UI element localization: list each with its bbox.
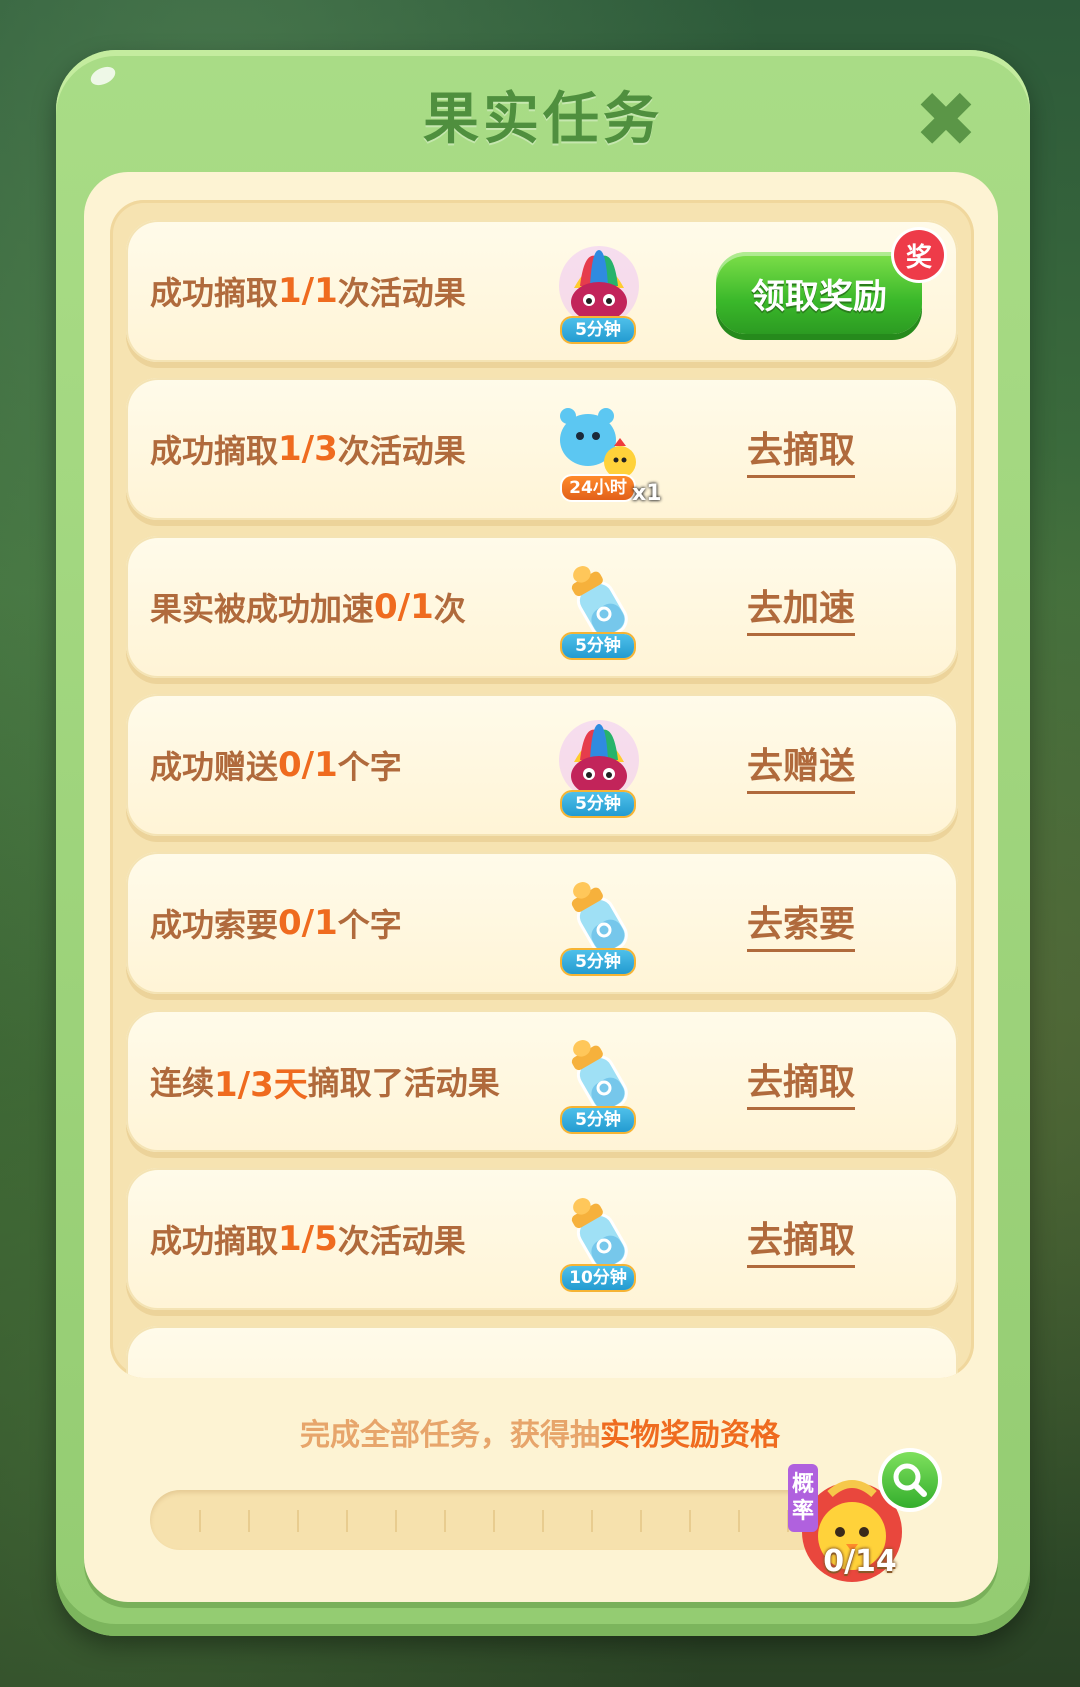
reward-duration-badge: 5分钟: [562, 318, 634, 342]
task-description: 成功摘取 1/1 次活动果: [150, 220, 466, 362]
task-description: 成功摘取 1/5 次活动果: [150, 1168, 466, 1310]
reward-duration-badge: 5分钟: [562, 634, 634, 658]
feather-bird-icon: 5分钟: [554, 246, 644, 342]
progress-tick: [640, 1510, 642, 1532]
progress-tick: [738, 1510, 740, 1532]
footer-caption: 完成全部任务，获得抽实物奖励资格: [0, 1410, 1080, 1454]
task-suffix: 次活动果: [337, 1222, 466, 1260]
task-row: 成功摘取 1/5 次活动果 10分钟 去摘取: [126, 1168, 958, 1310]
task-action-link[interactable]: 去加速: [716, 536, 886, 678]
task-description: 成功赠送 0/1 个字: [150, 694, 402, 836]
task-action-link[interactable]: 去摘取: [716, 378, 886, 520]
task-description: 连续 1/3天 摘取了活动果: [150, 1010, 500, 1152]
reward-badge: 奖: [894, 230, 944, 280]
probability-tag[interactable]: 概率: [788, 1464, 818, 1532]
pet-duo-icon: 24小时 x1: [554, 404, 662, 506]
task-progress: 0/1: [374, 587, 434, 627]
task-suffix: 个字: [337, 748, 402, 786]
task-suffix: 次活动果: [337, 274, 466, 312]
task-action-link[interactable]: 去赠送: [716, 694, 886, 836]
close-icon[interactable]: ✖: [914, 82, 978, 158]
task-suffix: 次活动果: [337, 432, 466, 470]
task-row: [126, 1326, 958, 1378]
progress-tick: [346, 1510, 348, 1532]
task-action-label: 去摘取: [746, 1211, 855, 1268]
task-progress: 0/1: [278, 745, 338, 785]
progress-tick: [689, 1510, 691, 1532]
task-action-label: 去索要: [746, 895, 855, 952]
task-row: 果实被成功加速 0/1 次 5分钟 去加速: [126, 536, 958, 678]
reward-duration-badge: 5分钟: [562, 792, 634, 816]
task-suffix: 摘取了活动果: [307, 1064, 500, 1102]
task-suffix: 个字: [337, 906, 402, 944]
search-icon[interactable]: [882, 1452, 938, 1508]
footer-caption-prefix: 完成全部任务，获得抽: [300, 1418, 600, 1453]
task-prefix: 成功索要: [150, 906, 279, 944]
task-progress: 1/1: [278, 271, 338, 311]
task-row: 成功索要 0/1 个字 5分钟 去索要: [126, 852, 958, 994]
task-prefix: 成功摘取: [150, 1222, 279, 1260]
bottle-icon: 5分钟: [554, 878, 644, 974]
task-prefix: 成功摘取: [150, 432, 279, 470]
task-prefix: 成功赠送: [150, 748, 279, 786]
task-action-label: 去加速: [746, 579, 855, 636]
progress-tick: [297, 1510, 299, 1532]
task-suffix: 次: [433, 590, 466, 628]
task-row: 成功赠送 0/1 个字 5分钟 去赠送: [126, 694, 958, 836]
progress-tick: [591, 1510, 593, 1532]
task-prefix: 连续: [150, 1064, 215, 1102]
dialog-title: 果实任务: [423, 87, 663, 152]
task-row: 成功摘取 1/3 次活动果 24小时 x1 去摘取: [126, 378, 958, 520]
task-progress: 0/1: [278, 903, 338, 943]
progress-tick: [395, 1510, 397, 1532]
task-prefix: 成功摘取: [150, 274, 279, 312]
task-progress: 1/3天: [214, 1064, 308, 1105]
task-progress-bar: [150, 1490, 830, 1550]
probability-tag-char: 概: [791, 1471, 814, 1497]
progress-tick: [493, 1510, 495, 1532]
task-prefix: 果实被成功加速: [150, 590, 375, 628]
bottle-icon: 5分钟: [554, 562, 644, 658]
probability-tag-char: 率: [791, 1499, 814, 1524]
reward-duration-badge: 5分钟: [562, 1108, 634, 1132]
progress-tick: [199, 1510, 201, 1532]
progress-tick: [542, 1510, 544, 1532]
task-description: 成功索要 0/1 个字: [150, 852, 402, 994]
reward-duration-badge: 24小时: [562, 476, 634, 500]
task-action-label: 去摘取: [746, 421, 855, 478]
task-action-link[interactable]: 去摘取: [716, 1168, 886, 1310]
reward-duration-badge: 10分钟: [562, 1266, 634, 1290]
progress-count: 0/14: [823, 1544, 897, 1579]
reward-quantity: x1: [632, 481, 662, 506]
task-list-inner: 成功摘取 1/1 次活动果 5分钟 领取奖励奖成功摘取 1/3 次活动果 24小时 x1 去摘…: [126, 220, 958, 1378]
task-list[interactable]: 成功摘取 1/1 次活动果 5分钟 领取奖励奖成功摘取 1/3 次活动果 24小时 x1 去摘…: [110, 200, 974, 1378]
progress-tick: [444, 1510, 446, 1532]
task-row: 连续 1/3天 摘取了活动果 5分钟 去摘取: [126, 1010, 958, 1152]
claim-reward-button[interactable]: 领取奖励: [716, 252, 922, 334]
task-action-link[interactable]: 去索要: [716, 852, 886, 994]
feather-bird-icon: 5分钟: [554, 720, 644, 816]
task-description: 成功摘取 1/3 次活动果: [150, 378, 466, 520]
task-row: 成功摘取 1/1 次活动果 5分钟 领取奖励奖: [126, 220, 958, 362]
progress-tick: [248, 1510, 250, 1532]
task-description: 果实被成功加速 0/1 次: [150, 536, 466, 678]
reward-duration-badge: 5分钟: [562, 950, 634, 974]
task-progress: 1/5: [278, 1219, 338, 1259]
task-action-label: 去赠送: [746, 737, 855, 794]
task-action-link[interactable]: 去摘取: [716, 1010, 886, 1152]
bottle-icon: 10分钟: [554, 1194, 644, 1290]
task-progress: 1/3: [278, 429, 338, 469]
bottle-icon: 5分钟: [554, 1036, 644, 1132]
task-action-label: 去摘取: [746, 1053, 855, 1110]
footer-caption-highlight: 实物奖励资格: [600, 1418, 780, 1453]
